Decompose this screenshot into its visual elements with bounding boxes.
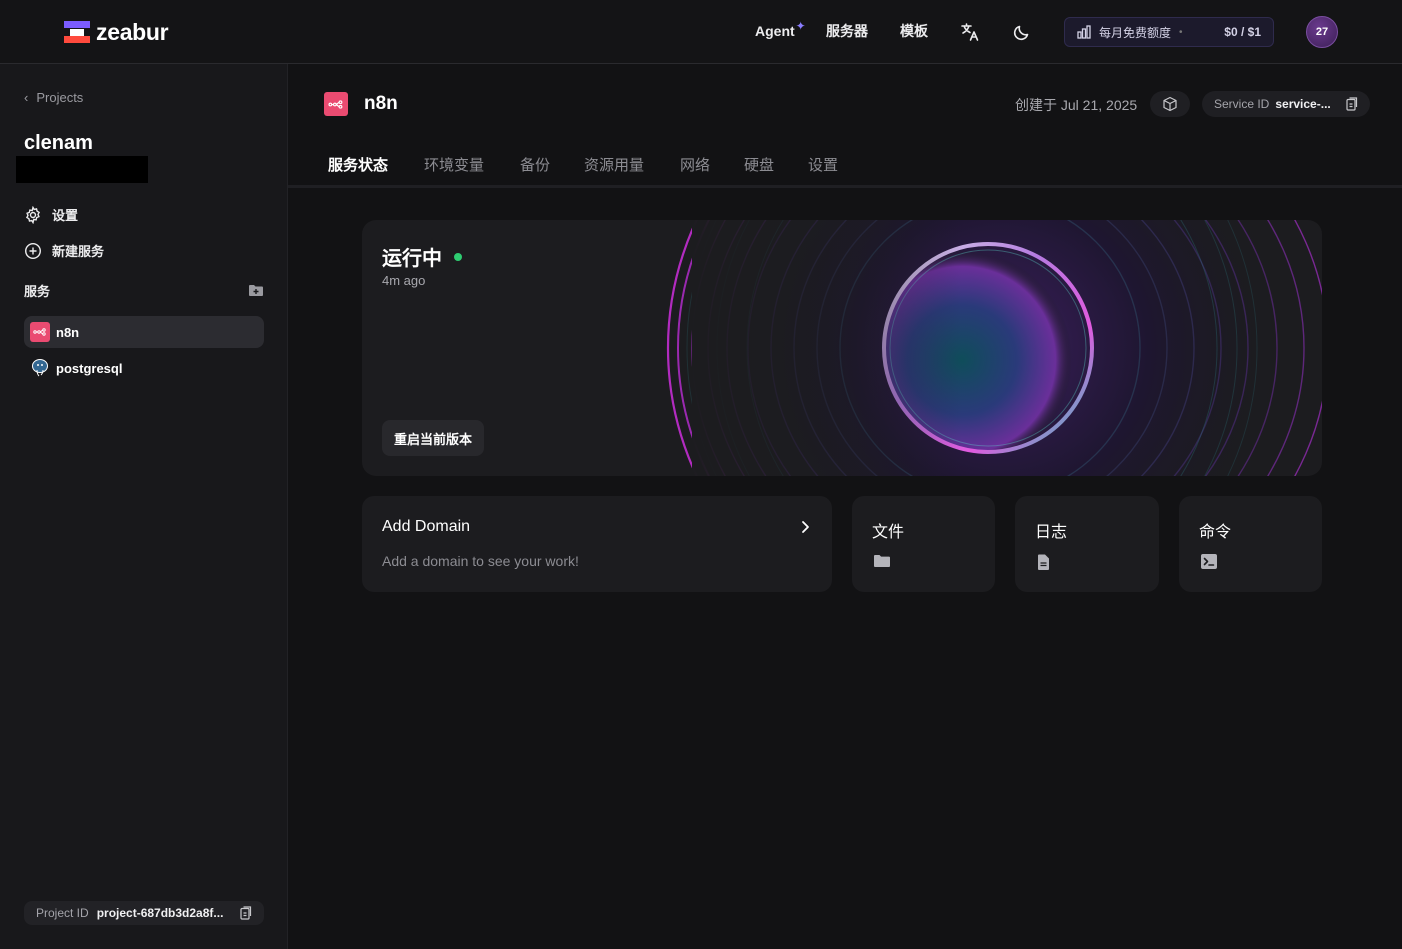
tab-status[interactable]: 服务状态: [328, 154, 388, 175]
sidebar-item-settings[interactable]: 设置: [24, 205, 78, 224]
created-date: 创建于 Jul 21, 2025: [1015, 97, 1138, 113]
logs-title: 日志: [1035, 524, 1068, 541]
service-title: n8n: [364, 93, 398, 114]
translate-icon[interactable]: [959, 21, 981, 43]
add-domain-title: Add Domain: [382, 518, 471, 535]
plus-circle-icon: [24, 242, 42, 259]
chevron-right-icon: [802, 521, 809, 533]
command-title: 命令: [1199, 524, 1232, 541]
sidebar-service-postgresql[interactable]: postgresql: [24, 352, 264, 384]
logs-card[interactable]: 日志: [1015, 496, 1159, 592]
service-status: 运行中: [382, 242, 462, 271]
tab-env-vars[interactable]: 环境变量: [424, 154, 484, 175]
tab-disk[interactable]: 硬盘: [744, 154, 774, 175]
tab-network[interactable]: 网络: [680, 154, 710, 175]
tab-backup[interactable]: 备份: [520, 154, 550, 175]
copy-icon[interactable]: [240, 906, 252, 920]
status-card: 运行中 4m ago 重启当前版本: [362, 220, 1322, 476]
nav-templates[interactable]: 模板: [900, 22, 928, 40]
status-artwork: [667, 220, 1322, 476]
nav-servers[interactable]: 服务器: [826, 22, 868, 40]
add-folder-icon[interactable]: [249, 284, 263, 296]
cube-icon[interactable]: [1150, 91, 1190, 117]
sparkle-icon: ✦: [795, 19, 806, 33]
files-card[interactable]: 文件: [852, 496, 995, 592]
status-label: 运行中: [382, 248, 442, 270]
zeabur-logo[interactable]: zeabur: [64, 19, 169, 45]
tab-settings[interactable]: 设置: [808, 154, 838, 175]
monthly-quota-button[interactable]: 每月免费额度 • $0 / $1: [1064, 17, 1274, 47]
quota-value: $0 / $1: [1224, 25, 1261, 39]
project-id-value: project-687db3d2a8f...: [96, 906, 224, 920]
service-id-value: service-...: [1275, 97, 1331, 111]
status-dot-icon: [454, 252, 462, 261]
back-to-projects-link[interactable]: ‹ Projects: [24, 90, 83, 105]
terminal-icon: [1201, 554, 1217, 569]
redacted-area: [16, 156, 148, 183]
gear-icon: [25, 205, 41, 224]
command-card[interactable]: 命令: [1179, 496, 1322, 592]
service-label: n8n: [56, 324, 80, 340]
postgresql-icon: [30, 358, 50, 378]
status-time: 4m ago: [382, 273, 426, 288]
chevron-left-icon: ‹: [24, 90, 29, 105]
brand-name: zeabur: [96, 19, 169, 45]
service-id-label: Service ID: [1214, 97, 1270, 111]
document-icon: [1038, 554, 1049, 570]
service-label: postgresql: [56, 360, 123, 376]
user-avatar[interactable]: 27: [1306, 16, 1338, 48]
n8n-icon: [324, 92, 348, 116]
project-name: clenam: [24, 132, 93, 154]
tab-resource-usage[interactable]: 资源用量: [584, 154, 644, 175]
back-label: Projects: [36, 90, 84, 105]
service-tabs: 服务状态 环境变量 备份 资源用量 网络 硬盘 设置: [288, 140, 1402, 188]
service-id-badge: Service ID service-...: [1202, 91, 1370, 117]
sidebar-item-label: 设置: [52, 208, 79, 223]
add-domain-card[interactable]: Add Domain Add a domain to see your work…: [362, 496, 832, 592]
n8n-icon: [30, 322, 50, 342]
sidebar-item-new-service[interactable]: 新建服务: [24, 241, 104, 260]
project-id-badge: Project ID project-687db3d2a8f...: [24, 901, 264, 925]
top-bar: zeabur Agent✦ 服务器 模板 每月免费额度 • $0 / $1 27: [0, 0, 1402, 64]
sidebar-item-label: 新建服务: [52, 244, 105, 259]
chart-icon: [1077, 25, 1091, 39]
sidebar: ‹ Projects clenam 设置 新建服务 服务 n8n postgre…: [0, 64, 288, 949]
copy-icon[interactable]: [1346, 97, 1358, 111]
nav-agent[interactable]: Agent✦: [755, 19, 806, 41]
files-title: 文件: [872, 524, 905, 541]
quota-label: 每月免费额度: [1099, 25, 1172, 40]
sidebar-service-n8n[interactable]: n8n: [24, 316, 264, 348]
project-id-label: Project ID: [36, 906, 89, 920]
moon-icon[interactable]: [1011, 21, 1033, 43]
services-header: 服务: [24, 284, 51, 299]
quota-separator-dot: •: [1179, 26, 1183, 38]
add-domain-subtitle: Add a domain to see your work!: [382, 553, 579, 569]
restart-button[interactable]: 重启当前版本: [382, 420, 485, 456]
folder-icon: [874, 555, 890, 567]
zeabur-logo-icon: [64, 21, 90, 43]
